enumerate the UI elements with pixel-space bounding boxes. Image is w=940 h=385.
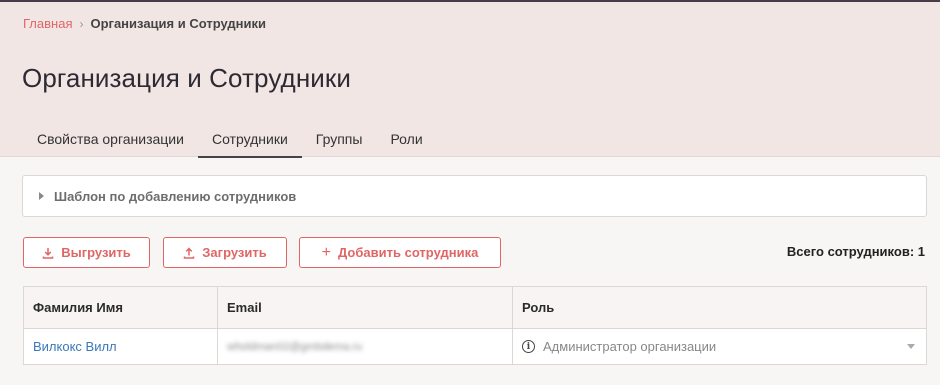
column-header-role[interactable]: Роль (513, 287, 926, 328)
import-button-label: Загрузить (202, 245, 267, 260)
import-button[interactable]: Загрузить (163, 237, 287, 268)
download-icon (42, 247, 54, 259)
export-button-label: Выгрузить (61, 245, 131, 260)
tab-groups[interactable]: Группы (302, 127, 377, 157)
employee-role: Администратор организации (543, 339, 717, 354)
breadcrumb-separator: › (79, 16, 84, 31)
email-cell: wholdman02@gmbdema.ru (218, 329, 513, 364)
table-header: Фамилия Имя Email Роль (24, 287, 926, 329)
template-panel-label: Шаблон по добавлению сотрудников (54, 188, 297, 204)
role-select[interactable]: i Администратор организации (513, 329, 926, 364)
page-header: Главная › Организация и Сотрудники Орган… (0, 2, 940, 158)
export-button[interactable]: Выгрузить (23, 237, 150, 268)
column-header-email[interactable]: Email (218, 287, 513, 328)
tab-bar: Свойства организации Сотрудники Группы Р… (23, 127, 437, 158)
plus-icon: + (321, 243, 332, 261)
total-employees-count: Всего сотрудников: 1 (786, 244, 925, 259)
page-title: Организация и Сотрудники (22, 63, 352, 93)
add-employee-button[interactable]: + Добавить сотрудника (299, 237, 501, 268)
tab-organization-properties[interactable]: Свойства организации (23, 127, 198, 157)
employee-template-panel[interactable]: Шаблон по добавлению сотрудников (22, 175, 927, 217)
info-icon[interactable]: i (522, 340, 535, 353)
caret-right-icon (39, 192, 44, 200)
tab-roles[interactable]: Роли (376, 127, 436, 157)
add-employee-button-label: Добавить сотрудника (338, 245, 479, 260)
breadcrumb-current: Организация и Сотрудники (90, 16, 266, 31)
employees-table: Фамилия Имя Email Роль Вилкокс Вилл whol… (23, 286, 927, 365)
name-cell: Вилкокс Вилл (24, 329, 218, 364)
employee-email: wholdman02@gmbdema.ru (227, 340, 363, 353)
breadcrumb-home-link[interactable]: Главная (23, 16, 72, 31)
chevron-down-icon (907, 344, 915, 349)
upload-icon (183, 247, 195, 259)
table-row: Вилкокс Вилл wholdman02@gmbdema.ru i Адм… (24, 329, 926, 364)
breadcrumb: Главная › Организация и Сотрудники (23, 16, 266, 31)
tab-employees[interactable]: Сотрудники (197, 127, 302, 158)
employee-name-link[interactable]: Вилкокс Вилл (33, 339, 117, 354)
column-header-name[interactable]: Фамилия Имя (24, 287, 218, 328)
